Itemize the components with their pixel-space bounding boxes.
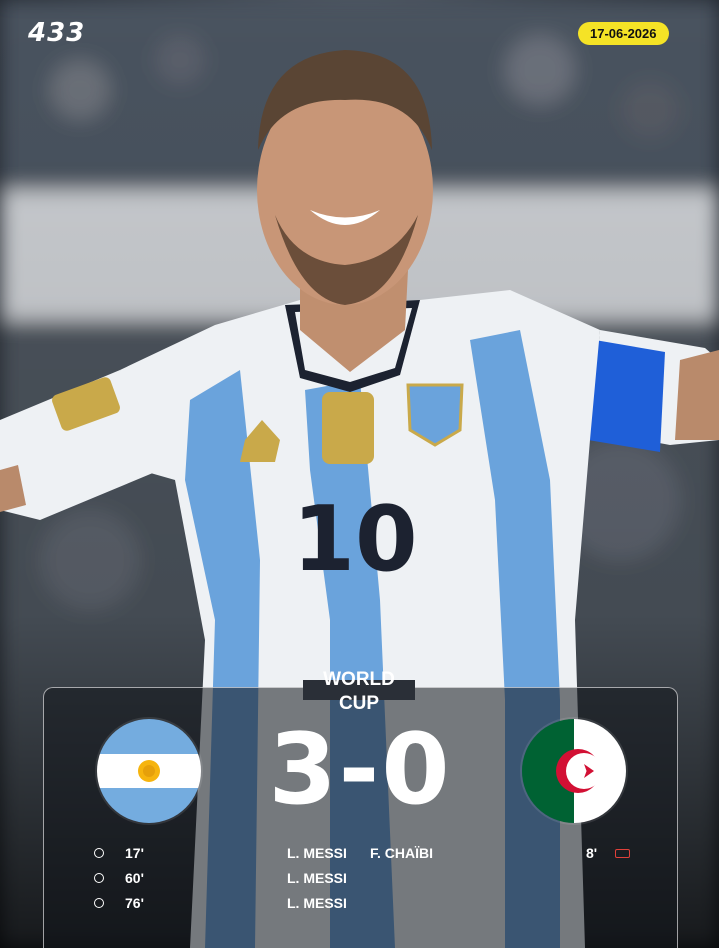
goal-scorer-1: L. MESSI xyxy=(287,845,347,861)
football-icon xyxy=(94,848,104,858)
football-icon xyxy=(94,898,104,908)
competition-label: WORLD CUP xyxy=(300,668,418,716)
competition-line-1: WORLD xyxy=(323,669,395,690)
algeria-flag-icon xyxy=(522,719,626,823)
scoreline: 3-0 xyxy=(235,715,485,825)
match-date-badge: 17-06-2026 xyxy=(578,22,669,45)
brand-logo: 433 xyxy=(28,18,86,48)
football-icon xyxy=(94,873,104,883)
away-score: 0 xyxy=(381,713,452,827)
match-result-graphic: 10 433 17-06-2026 WORLD CUP 3-0 17' L. M… xyxy=(0,0,719,948)
goal-minute-3: 76' xyxy=(125,895,144,911)
away-event-player: F. CHAÏBI xyxy=(370,845,433,861)
score-separator: - xyxy=(338,713,382,827)
svg-text:10: 10 xyxy=(292,487,417,592)
goal-minute-1: 17' xyxy=(125,845,144,861)
red-card-icon xyxy=(615,849,630,858)
goal-scorer-2: L. MESSI xyxy=(287,870,347,886)
argentina-flag-icon xyxy=(97,719,201,823)
goal-scorer-3: L. MESSI xyxy=(287,895,347,911)
away-event-minute: 8' xyxy=(586,845,598,861)
home-score: 3 xyxy=(268,713,339,827)
goal-minute-2: 60' xyxy=(125,870,144,886)
